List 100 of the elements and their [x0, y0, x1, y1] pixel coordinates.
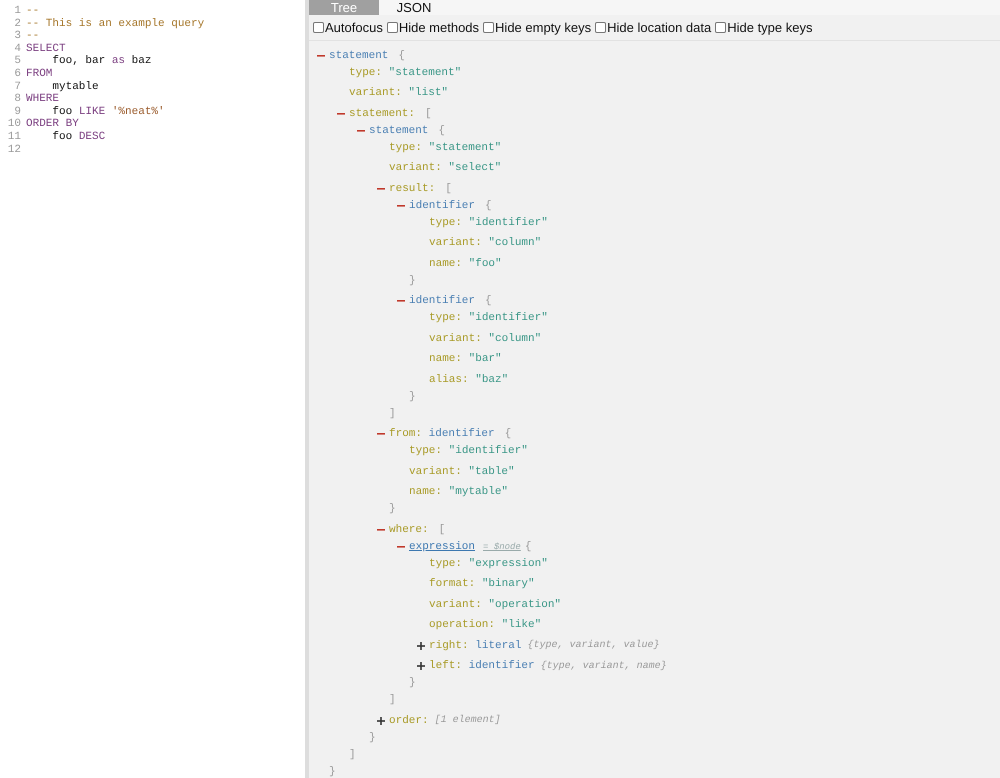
close-bracket: } [409, 677, 416, 689]
property-key: right: [429, 640, 469, 652]
checkbox-label[interactable]: Hide location data [607, 20, 712, 35]
property-value: "bar" [468, 353, 502, 365]
property-value: "foo" [468, 258, 502, 270]
property-value: "table" [468, 466, 515, 478]
open-bracket: [ [425, 108, 432, 120]
node-annotation: = $node [483, 542, 521, 552]
view-tab[interactable]: JSON [379, 0, 449, 15]
line-number: 1 [13, 5, 22, 18]
checkbox[interactable] [386, 22, 398, 33]
close-bracket: ] [349, 748, 356, 760]
line-number: 6 [13, 68, 22, 81]
open-bracket: { [398, 50, 406, 62]
node-type[interactable]: statement [369, 124, 428, 136]
property-value: "identifier" [448, 445, 528, 457]
open-bracket: [ [445, 182, 452, 194]
node-type[interactable]: identifier [428, 428, 495, 440]
line-number: 8 [13, 93, 22, 106]
line-number: 12 [6, 144, 22, 156]
property-key: type: [409, 445, 442, 457]
checkbox-label[interactable]: Hide empty keys [495, 20, 592, 35]
line-number: 5 [13, 55, 22, 68]
checkbox[interactable] [313, 22, 324, 33]
property-value: "list" [408, 87, 448, 99]
node-type[interactable]: expression [409, 540, 476, 552]
plus-icon[interactable] [417, 662, 425, 670]
property-key: type: [429, 216, 462, 228]
property-value: "expression" [468, 558, 548, 570]
property-key: type: [429, 558, 462, 570]
property-value: "baz" [475, 374, 508, 386]
open-bracket: { [504, 428, 512, 440]
close-bracket: ] [389, 694, 396, 706]
property-key: name: [429, 353, 462, 365]
property-key: name: [429, 258, 462, 270]
code-line: foo DESC [51, 130, 106, 144]
property-key: type: [349, 66, 382, 78]
code-line: mytable [51, 80, 99, 94]
property-key: variant: [389, 162, 442, 174]
property-value: "column" [488, 332, 542, 344]
property-key: variant: [409, 466, 462, 478]
open-bracket: { [438, 124, 446, 136]
code-line: -- This is an example query [26, 18, 204, 30]
code-line: SELECT [26, 42, 66, 55]
code-line: WHERE [26, 93, 60, 106]
close-bracket: } [409, 274, 416, 286]
plus-icon[interactable] [377, 716, 385, 724]
code-line: foo, bar as baz [52, 55, 152, 68]
line-number: 11 [6, 130, 22, 144]
code-line: FROM [26, 68, 52, 81]
property-key: format: [429, 578, 476, 590]
property-key: alias: [429, 374, 469, 386]
close-bracket: } [409, 390, 416, 402]
property-value: "binary" [482, 578, 535, 590]
property-value: "mytable" [448, 486, 508, 498]
close-bracket: } [329, 766, 336, 778]
code-line: ORDER BY [26, 118, 79, 131]
collapsed-summary: [1 element] [434, 715, 501, 726]
property-value: "operation" [488, 598, 562, 610]
open-bracket: { [524, 540, 532, 552]
collapsed-summary: {type, variant, value} [527, 640, 660, 651]
property-key: variant: [429, 237, 482, 249]
property-key: variant: [429, 598, 482, 610]
open-bracket: { [485, 200, 492, 212]
line-number: 10 [6, 118, 22, 131]
property-value: "identifier" [468, 216, 548, 228]
node-type[interactable]: identifier [468, 660, 535, 672]
line-number: 3 [13, 30, 22, 43]
property-key: from: [389, 428, 422, 440]
node-type[interactable]: literal [475, 640, 522, 652]
node-type[interactable]: identifier [409, 200, 476, 212]
checkbox[interactable] [715, 22, 726, 33]
open-bracket: { [485, 295, 492, 307]
node-type[interactable]: statement [329, 50, 388, 62]
plus-icon[interactable] [417, 642, 425, 650]
collapsed-summary: {type, variant, name} [540, 660, 667, 672]
view-tab[interactable]: Tree [309, 0, 379, 15]
code-line: foo LIKE '%neat%' [51, 106, 165, 118]
property-value: "column" [488, 237, 542, 249]
property-value: "identifier" [468, 312, 548, 324]
line-number: 2 [13, 18, 22, 30]
property-key: statement: [349, 108, 416, 120]
code-line: -- [26, 30, 40, 43]
node-type[interactable]: identifier [409, 295, 476, 307]
checkbox[interactable] [483, 22, 494, 33]
open-bracket: [ [438, 524, 446, 536]
checkbox-label[interactable]: Autofocus [325, 20, 383, 35]
close-bracket: } [389, 503, 396, 515]
property-value: "select" [448, 162, 502, 174]
close-bracket: } [369, 732, 376, 744]
property-key: operation: [429, 619, 496, 631]
property-key: where: [389, 524, 429, 536]
property-key: variant: [429, 332, 482, 344]
line-number: 4 [13, 42, 22, 56]
property-key: name: [409, 486, 442, 498]
checkbox-label[interactable]: Hide type keys [727, 20, 812, 35]
checkbox-label[interactable]: Hide methods [398, 20, 480, 35]
checkbox[interactable] [595, 22, 606, 33]
line-number: 7 [13, 80, 22, 94]
property-key: order: [389, 714, 429, 726]
